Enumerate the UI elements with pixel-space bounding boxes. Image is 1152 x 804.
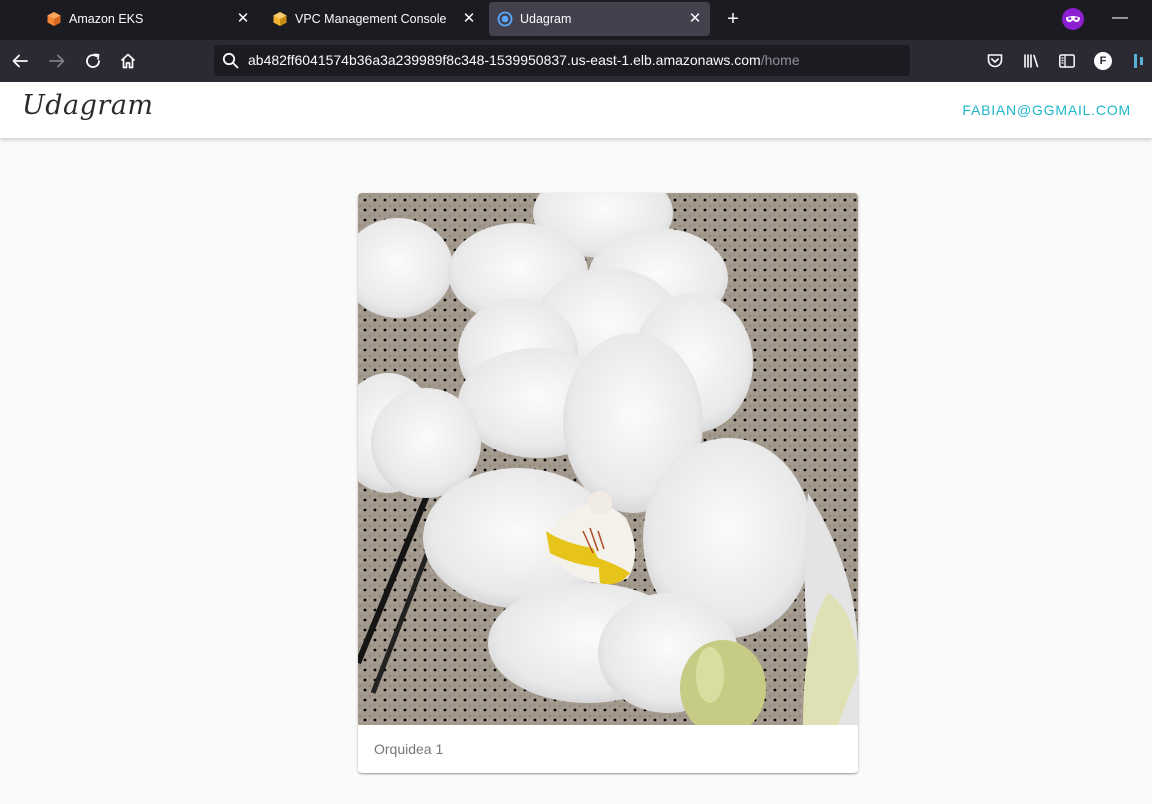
arrow-left-icon — [12, 54, 28, 68]
home-button[interactable] — [116, 49, 140, 73]
back-button[interactable] — [8, 49, 32, 73]
private-browsing-icon[interactable] — [1061, 7, 1085, 31]
close-tab-icon[interactable]: ✕ — [460, 10, 478, 28]
url-text: ab482ff6041574b36a3a239989f8c348-1539950… — [248, 45, 800, 76]
account-initial: F — [1099, 55, 1107, 67]
aws-vpc-icon — [273, 12, 287, 26]
orchid-photo — [358, 193, 858, 725]
forward-button[interactable] — [45, 49, 69, 73]
tab-title: VPC Management Console — [295, 12, 447, 26]
tab-title: Amazon EKS — [69, 12, 144, 26]
browser-tab-strip: Amazon EKS ✕ VPC Management Console ✕ Ud… — [0, 0, 1152, 40]
app-logo[interactable]: Udagram — [22, 90, 154, 121]
tab-amazon-eks[interactable]: Amazon EKS ✕ — [46, 2, 258, 36]
home-icon — [120, 53, 136, 69]
library-icon[interactable] — [1022, 52, 1040, 70]
account-avatar[interactable]: F — [1094, 52, 1112, 70]
feed-item-card: Orquidea 1 — [358, 193, 858, 773]
pocket-icon[interactable] — [986, 52, 1004, 70]
globe-loading-icon — [497, 11, 513, 27]
close-tab-icon[interactable]: ✕ — [234, 10, 252, 28]
close-tab-icon[interactable]: ✕ — [686, 10, 704, 28]
tab-udagram[interactable]: Udagram ✕ — [489, 2, 710, 36]
arrow-right-icon — [49, 54, 65, 68]
extension-icon[interactable] — [1131, 52, 1149, 70]
url-host: ab482ff6041574b36a3a239989f8c348-1539950… — [248, 52, 761, 68]
browser-toolbar: ab482ff6041574b36a3a239989f8c348-1539950… — [0, 40, 1152, 82]
aws-eks-icon — [47, 12, 61, 26]
tab-vpc-console[interactable]: VPC Management Console ✕ — [272, 2, 484, 36]
tab-title: Udagram — [520, 12, 572, 26]
address-bar[interactable]: ab482ff6041574b36a3a239989f8c348-1539950… — [214, 45, 910, 76]
new-tab-button[interactable]: + — [720, 6, 746, 32]
sidebar-icon[interactable] — [1058, 52, 1076, 70]
minimize-window-button[interactable]: — — [1110, 9, 1130, 29]
reload-button[interactable] — [81, 49, 105, 73]
app-header: Udagram FABIAN@GGMAIL.COM — [0, 82, 1152, 138]
reload-icon — [86, 53, 100, 68]
search-icon — [222, 52, 239, 69]
feed-item-caption: Orquidea 1 — [374, 741, 444, 757]
user-email-link[interactable]: FABIAN@GGMAIL.COM — [962, 102, 1131, 118]
url-path: /home — [760, 52, 800, 68]
